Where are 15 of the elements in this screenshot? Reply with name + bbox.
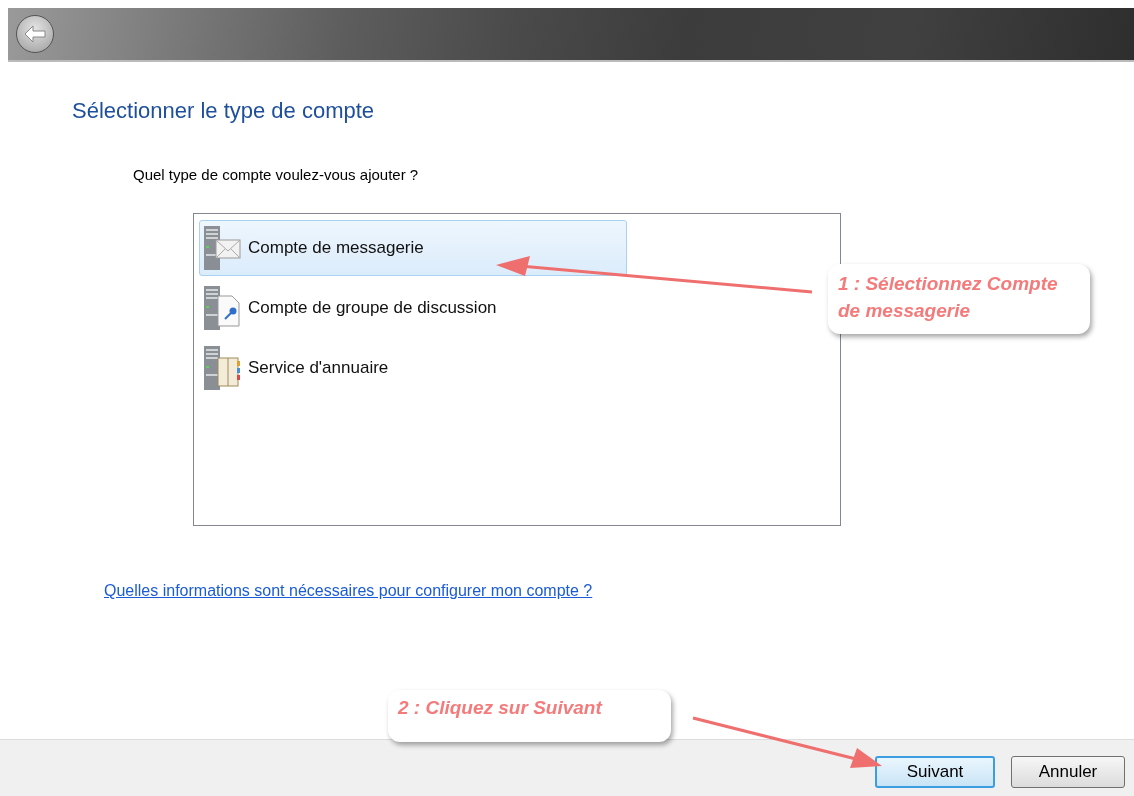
next-button[interactable]: Suivant	[875, 756, 995, 788]
account-type-item[interactable]: Compte de groupe de discussion	[199, 280, 627, 336]
cancel-button[interactable]: Annuler	[1011, 756, 1125, 788]
callout-note: 1 : Sélectionnez Compte de messagerie	[828, 264, 1090, 334]
help-link[interactable]: Quelles informations sont nécessaires pour configurer mon compte ?	[104, 582, 593, 600]
server-document-pin-icon	[202, 284, 242, 332]
back-button[interactable]	[16, 15, 54, 53]
server-book-icon	[202, 344, 242, 392]
account-type-item[interactable]: Compte de messagerie	[199, 220, 627, 276]
account-type-item[interactable]: Service d'annuaire	[199, 340, 627, 396]
page-heading: Sélectionner le type de compte	[72, 98, 376, 124]
question-text: Quel type de compte voulez-vous ajouter ?	[133, 166, 420, 183]
callout-note: 2 : Cliquez sur Suivant	[388, 690, 671, 742]
back-arrow-icon	[24, 25, 46, 43]
server-envelope-icon	[202, 224, 242, 272]
